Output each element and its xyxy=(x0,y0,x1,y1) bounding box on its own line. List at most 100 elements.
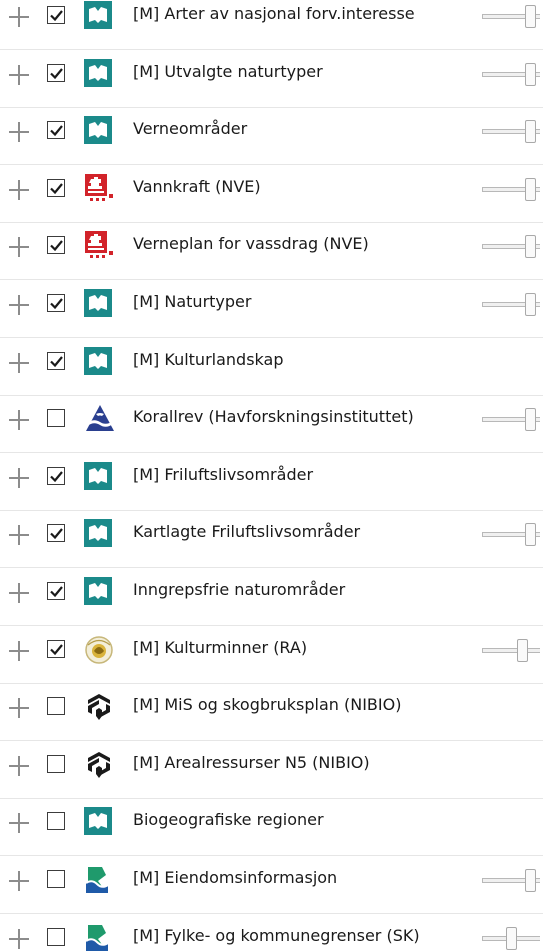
layer-visibility-checkbox[interactable] xyxy=(47,351,65,370)
riksantikvaren-icon xyxy=(84,635,113,664)
layer-visibility-checkbox[interactable] xyxy=(47,754,65,773)
miljodirektoratet-icon xyxy=(84,519,112,548)
expand-icon[interactable] xyxy=(9,409,31,431)
layer-visibility-checkbox[interactable] xyxy=(47,178,65,197)
expand-icon[interactable] xyxy=(9,524,31,546)
layer-row: Vannkraft (NVE) xyxy=(0,165,543,223)
checkmark-icon xyxy=(50,355,63,367)
expand-icon[interactable] xyxy=(9,467,31,489)
layer-visibility-checkbox[interactable] xyxy=(47,121,65,140)
opacity-slider[interactable] xyxy=(482,408,542,432)
kartverket-icon xyxy=(84,923,112,951)
layer-visibility-checkbox[interactable] xyxy=(47,6,65,24)
layer-label: Verneområder xyxy=(133,119,248,139)
expand-icon[interactable] xyxy=(9,294,31,316)
nve-icon xyxy=(84,173,113,202)
expand-icon[interactable] xyxy=(9,6,31,28)
layer-label: [M] Utvalgte naturtyper xyxy=(133,61,323,81)
expand-icon[interactable] xyxy=(9,640,31,662)
opacity-slider-thumb[interactable] xyxy=(525,5,536,28)
layer-visibility-checkbox[interactable] xyxy=(47,466,65,485)
layer-visibility-checkbox[interactable] xyxy=(47,294,65,312)
layer-visibility-checkbox[interactable] xyxy=(47,697,65,716)
layer-row: [M] Arealressurser N5 (NIBIO) xyxy=(0,741,543,799)
opacity-slider-track xyxy=(482,647,540,653)
layer-row: Verneplan for vassdrag (NVE) xyxy=(0,222,543,281)
layer-row: [M] Kulturminner (RA) xyxy=(0,626,543,684)
expand-icon[interactable] xyxy=(9,179,31,201)
miljodirektoratet-icon xyxy=(84,1,112,29)
layer-label: [M] Arter av nasjonal forv.interesse xyxy=(133,4,415,23)
layer-row: Korallrev (Havforskningsinstituttet) xyxy=(0,395,543,454)
layer-label: Kartlagte Friluftslivsområder xyxy=(133,522,361,542)
opacity-slider[interactable] xyxy=(482,5,542,29)
layer-row: [M] Fylke- og kommunegrenser (SK) xyxy=(0,914,543,951)
expand-icon[interactable] xyxy=(9,64,31,86)
expand-icon[interactable] xyxy=(9,928,31,950)
layer-visibility-checkbox[interactable] xyxy=(47,409,65,428)
opacity-slider-thumb[interactable] xyxy=(517,638,528,662)
opacity-slider[interactable] xyxy=(482,926,542,951)
layer-label: [M] Eiendomsinformasjon xyxy=(133,868,338,887)
checkmark-icon xyxy=(50,586,63,598)
opacity-slider-thumb[interactable] xyxy=(525,869,536,892)
layer-visibility-checkbox[interactable] xyxy=(47,927,65,946)
miljodirektoratet-icon xyxy=(84,807,112,836)
opacity-slider[interactable] xyxy=(482,869,542,893)
opacity-slider-thumb[interactable] xyxy=(525,235,536,259)
expand-icon[interactable] xyxy=(9,352,31,374)
opacity-slider[interactable] xyxy=(482,235,542,259)
havforskningsinstituttet-icon xyxy=(84,404,114,432)
layer-visibility-checkbox[interactable] xyxy=(47,524,65,543)
layer-row: Kartlagte Friluftslivsområder xyxy=(0,510,543,569)
layer-visibility-checkbox[interactable] xyxy=(47,639,65,658)
opacity-slider-thumb[interactable] xyxy=(525,293,536,316)
expand-icon[interactable] xyxy=(9,812,31,834)
opacity-slider-thumb[interactable] xyxy=(525,177,536,201)
opacity-slider-thumb[interactable] xyxy=(525,408,536,432)
layer-visibility-checkbox[interactable] xyxy=(47,870,65,888)
checkmark-icon xyxy=(50,125,63,137)
opacity-slider-thumb[interactable] xyxy=(525,523,536,547)
layer-visibility-checkbox[interactable] xyxy=(47,582,65,600)
checkmark-icon xyxy=(50,471,63,482)
checkmark-icon xyxy=(50,67,63,79)
opacity-slider[interactable] xyxy=(482,638,542,663)
expand-icon[interactable] xyxy=(9,582,31,604)
layer-label: Vannkraft (NVE) xyxy=(133,176,261,196)
opacity-slider[interactable] xyxy=(482,62,542,87)
checkmark-icon xyxy=(50,528,63,540)
opacity-slider[interactable] xyxy=(482,120,542,144)
layer-label: [M] Naturtyper xyxy=(133,292,252,311)
expand-icon[interactable] xyxy=(9,755,31,777)
layer-visibility-checkbox[interactable] xyxy=(47,812,65,831)
layer-label: [M] Kulturminner (RA) xyxy=(133,637,308,657)
expand-icon[interactable] xyxy=(9,121,31,143)
expand-icon[interactable] xyxy=(9,236,31,258)
layer-label: Verneplan for vassdrag (NVE) xyxy=(133,234,369,254)
expand-icon[interactable] xyxy=(9,870,31,892)
layer-visibility-checkbox[interactable] xyxy=(47,236,65,255)
layer-row: [M] MiS og skogbruksplan (NIBIO) xyxy=(0,683,543,742)
opacity-slider-thumb[interactable] xyxy=(525,120,536,144)
opacity-slider[interactable] xyxy=(482,523,542,547)
layer-row: Biogeografiske regioner xyxy=(0,798,543,857)
checkmark-icon xyxy=(50,10,63,22)
opacity-slider-thumb[interactable] xyxy=(525,62,536,86)
opacity-slider-thumb[interactable] xyxy=(506,926,517,950)
nibio-icon xyxy=(84,750,112,778)
nibio-icon xyxy=(84,692,112,721)
layer-label: [M] MiS og skogbruksplan (NIBIO) xyxy=(133,695,402,715)
kartverket-icon xyxy=(84,865,112,893)
checkmark-icon xyxy=(50,298,63,310)
layer-label: [M] Fylke- og kommunegrenser (SK) xyxy=(133,925,420,945)
miljodirektoratet-icon xyxy=(84,577,112,605)
miljodirektoratet-icon xyxy=(84,116,112,145)
opacity-slider[interactable] xyxy=(482,293,542,317)
opacity-slider[interactable] xyxy=(482,177,542,202)
expand-icon[interactable] xyxy=(9,697,31,719)
layer-row: [M] Utvalgte naturtyper xyxy=(0,50,543,108)
layer-list: [M] Arter av nasjonal forv.interesse [M]… xyxy=(0,0,543,951)
layer-label: [M] Arealressurser N5 (NIBIO) xyxy=(133,752,370,772)
layer-visibility-checkbox[interactable] xyxy=(47,63,65,82)
